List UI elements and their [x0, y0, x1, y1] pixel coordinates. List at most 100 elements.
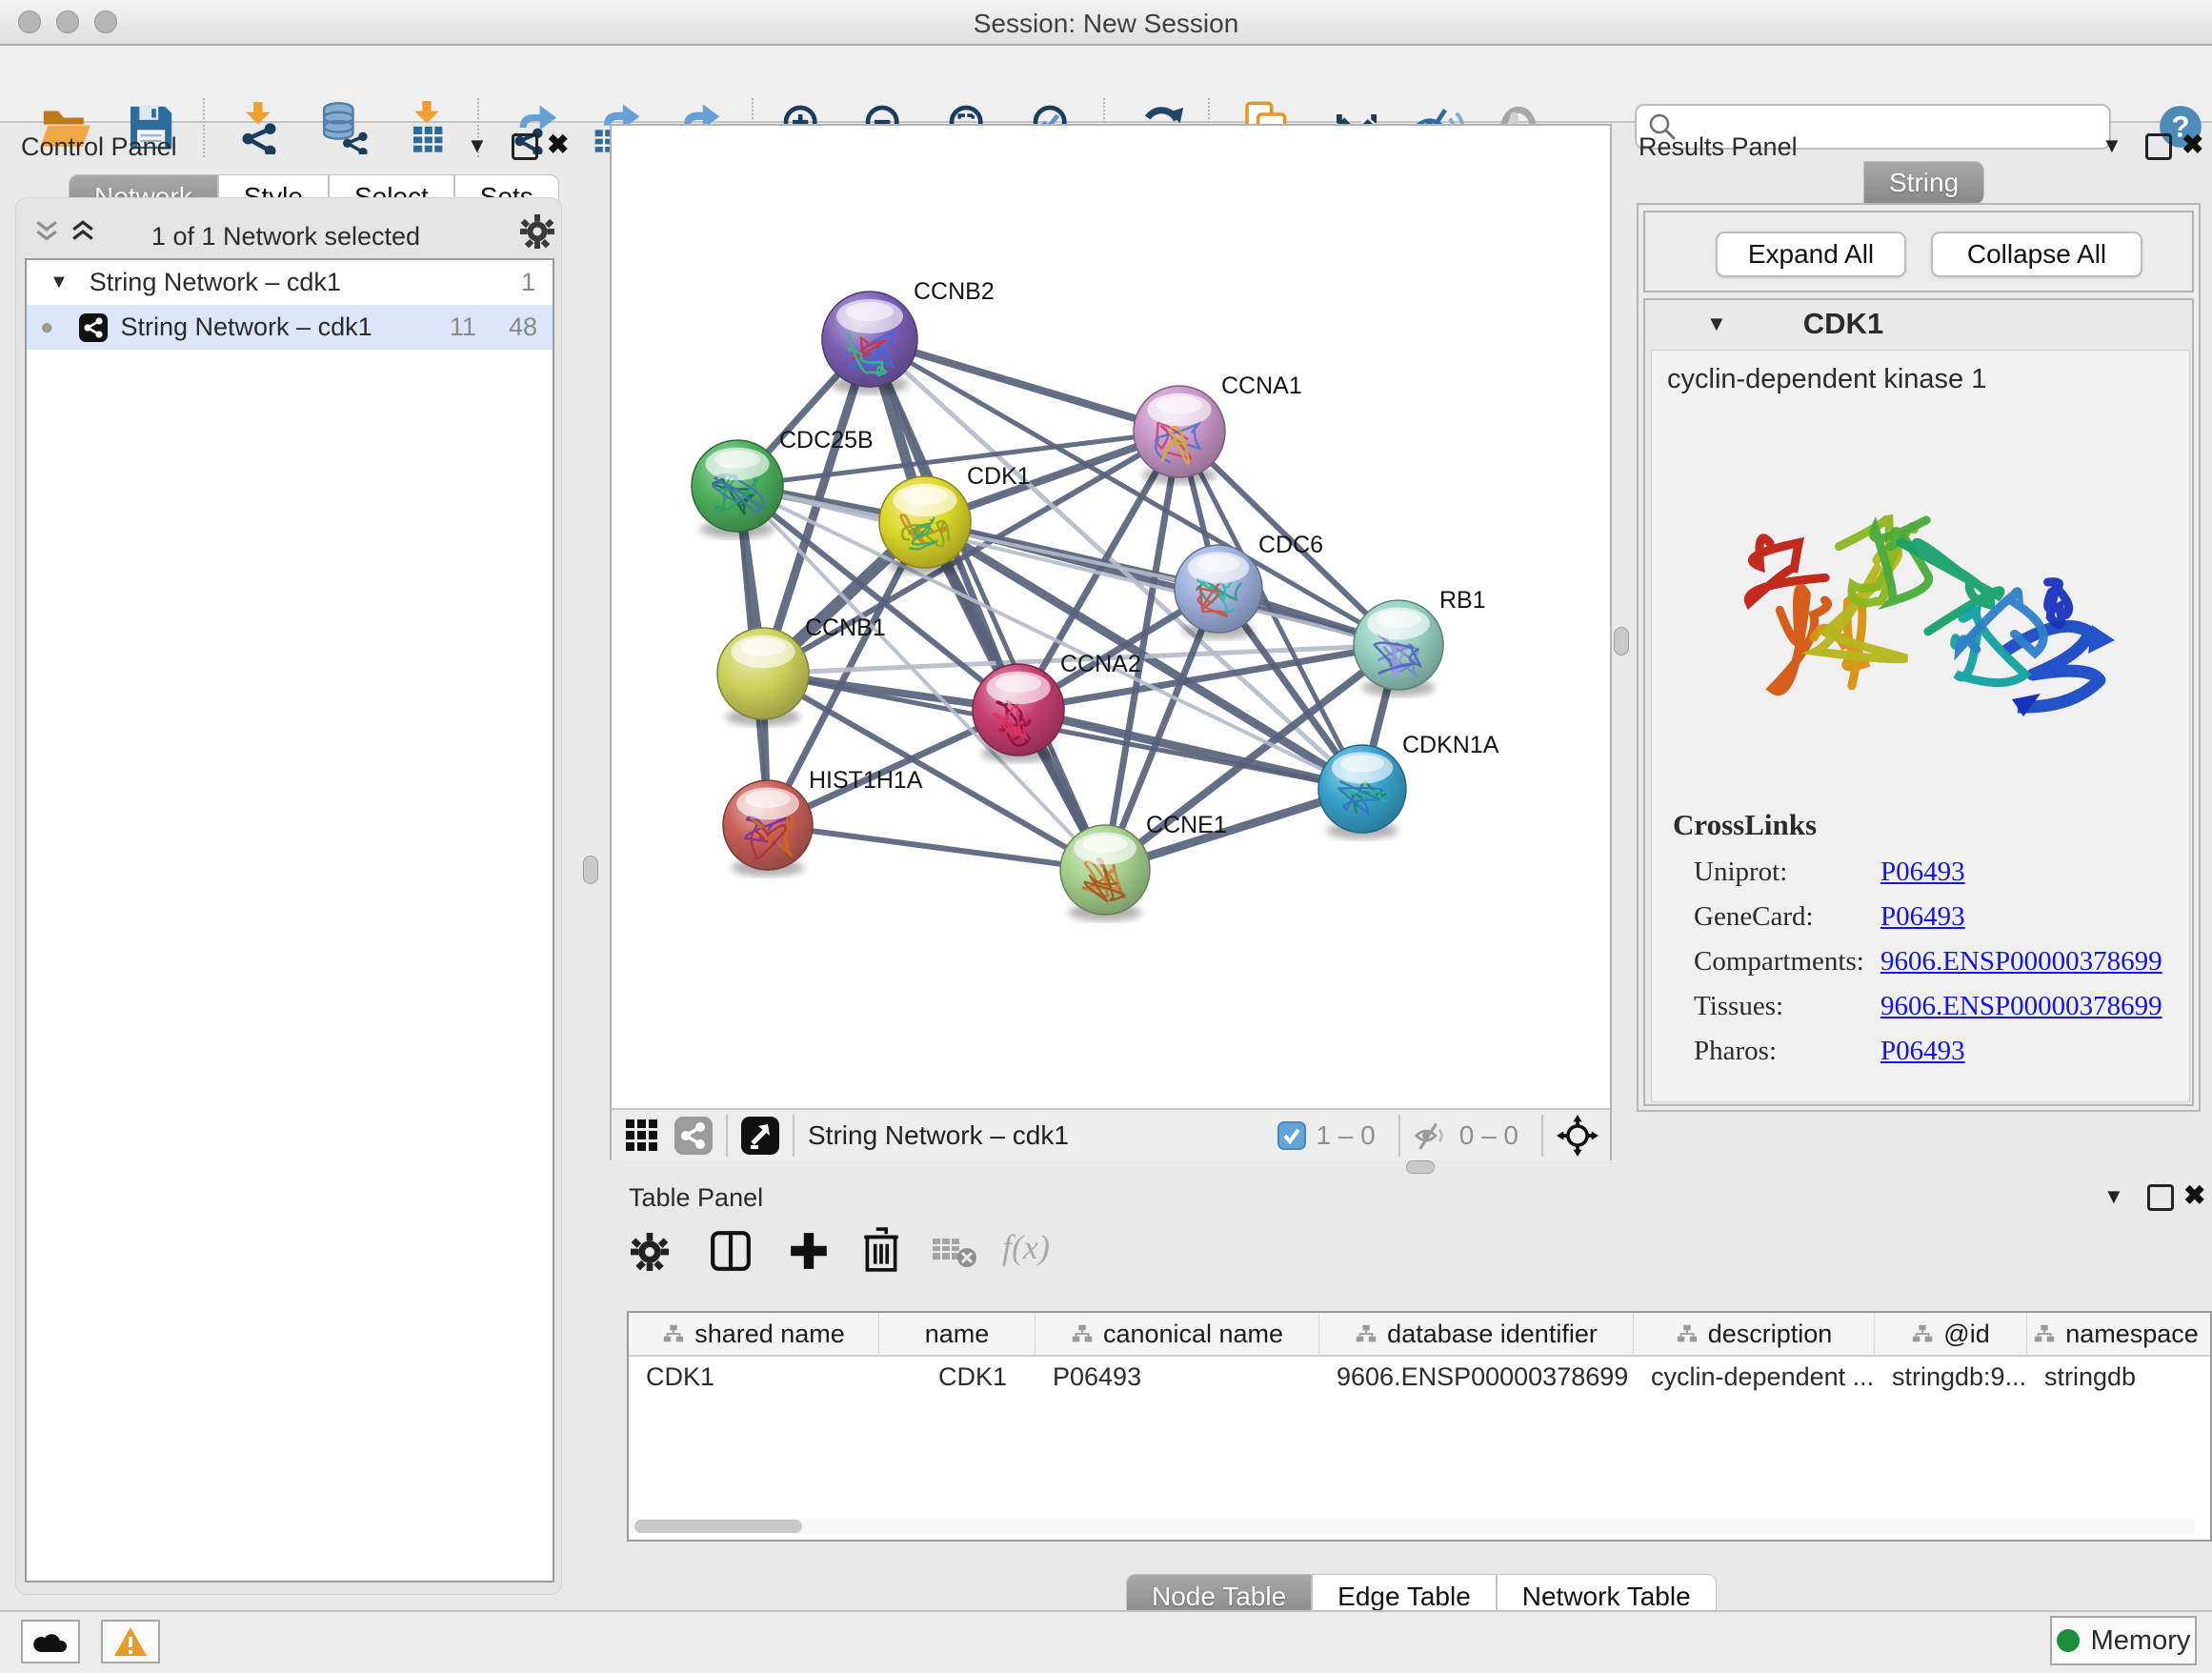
expand-all-button[interactable]: Expand All [1716, 232, 1906, 277]
collapse-all-button[interactable]: Collapse All [1931, 232, 2142, 277]
grid-view-icon[interactable] [625, 1119, 659, 1153]
column-header[interactable]: namespace [2027, 1313, 2204, 1355]
results-panel-close-icon[interactable]: ✖ [2182, 129, 2203, 160]
network-row-selected[interactable]: ● String Network – cdk1 11 48 [27, 305, 553, 350]
crosslink-label: Pharos: [1694, 1029, 1880, 1074]
node-label: CDC6 [1258, 532, 1323, 558]
table-panel-close-icon[interactable]: ✖ [2183, 1179, 2205, 1211]
hidden-counts: 0 – 0 [1459, 1120, 1518, 1151]
column-header[interactable]: description [1634, 1313, 1875, 1355]
crosslink-value[interactable]: P06493 [1880, 1029, 1965, 1074]
table-panel-menu-icon[interactable]: ▼ [2103, 1184, 2124, 1209]
column-header[interactable]: @id [1875, 1313, 2027, 1355]
crosslink-value[interactable]: P06493 [1880, 895, 1965, 939]
node-label: CCNA1 [1221, 373, 1302, 399]
gene-header-row[interactable]: ▼ CDK1 [1645, 300, 2196, 348]
crosslink-row: Tissues: 9606.ENSP00000378699 [1694, 984, 2162, 1029]
crosslink-value[interactable]: 9606.ENSP00000378699 [1880, 939, 2162, 984]
control-panel: Control Panel ▼ ✖ Network Style Select S… [0, 121, 600, 1610]
show-columns-icon[interactable] [709, 1229, 753, 1273]
memory-status-dot [2057, 1629, 2080, 1652]
column-type-icon [2033, 1323, 2056, 1344]
node-label: CDK1 [967, 463, 1031, 490]
crosslinks-list: Uniprot: P06493 GeneCard: P06493 Compart… [1694, 850, 2162, 1074]
results-panel-menu-icon[interactable]: ▼ [2101, 133, 2122, 158]
birdseye-view-icon[interactable] [741, 1117, 779, 1155]
cell-id: stringdb:9... [1875, 1362, 2027, 1392]
cloud-button[interactable] [21, 1620, 80, 1663]
crosslinks-title: CrossLinks [1673, 808, 1817, 842]
network-canvas[interactable]: CCNB2CCNA1CDC25BCDK1CDC6RB1CCNB1CCNA2CDK… [612, 126, 1610, 1107]
table-header-row: shared name name canonical name database… [629, 1313, 2210, 1357]
table-panel-title: Table Panel [629, 1183, 763, 1213]
table-panel-float-icon[interactable] [2147, 1184, 2174, 1211]
splitter-handle[interactable] [583, 856, 598, 884]
table-settings-gear-icon[interactable] [631, 1233, 669, 1271]
column-type-icon [1071, 1323, 1094, 1344]
share-view-icon[interactable] [674, 1117, 713, 1155]
app-status-bar: Memory [0, 1610, 2212, 1673]
gene-expander-icon[interactable]: ▼ [1706, 312, 1727, 336]
cell-shared-name: CDK1 [629, 1362, 879, 1392]
statusbar-separator [1541, 1115, 1543, 1157]
crosslink-value[interactable]: 9606.ENSP00000378699 [1880, 984, 2162, 1029]
string-network-icon [79, 313, 108, 342]
network-collection-row[interactable]: ▼ String Network – cdk1 1 [27, 260, 553, 305]
column-header[interactable]: canonical name [1036, 1313, 1319, 1355]
column-type-icon [662, 1323, 685, 1344]
function-builder-icon: f(x) [1002, 1227, 1050, 1267]
column-header[interactable]: name [879, 1313, 1036, 1355]
collection-label: String Network – cdk1 [90, 268, 341, 297]
control-panel-title: Control Panel [21, 132, 177, 162]
tab-string[interactable]: String [1863, 161, 1984, 205]
column-header[interactable]: database identifier [1319, 1313, 1634, 1355]
window-title: Session: New Session [0, 9, 2212, 39]
cell-name: CDK1 [879, 1362, 1036, 1392]
horizontal-scrollbar[interactable] [631, 1519, 2195, 1534]
cloud-icon [32, 1629, 69, 1654]
results-panel: Results Panel ▼ ✖ String Expand All Coll… [1625, 121, 2212, 1170]
gear-icon[interactable] [520, 214, 554, 249]
warning-icon [113, 1626, 148, 1657]
current-network-name: String Network – cdk1 [808, 1120, 1069, 1151]
column-header[interactable]: shared name [629, 1313, 879, 1355]
center-view-icon[interactable] [1557, 1115, 1599, 1157]
gene-name: CDK1 [1803, 307, 1883, 341]
gene-description: cyclin-dependent kinase 1 [1667, 364, 1986, 395]
crosslink-label: Tissues: [1694, 984, 1880, 1029]
node-label: CCNE1 [1146, 812, 1227, 838]
collection-count: 1 [521, 268, 535, 297]
crosslink-value[interactable]: P06493 [1880, 850, 1965, 895]
create-column-icon[interactable] [787, 1229, 831, 1273]
node-label: CCNB2 [914, 278, 995, 305]
control-panel-close-icon[interactable]: ✖ [547, 129, 569, 160]
gene-detail-box: cyclin-dependent kinase 1 CrossLinks Uni… [1651, 350, 2190, 1102]
cell-description: cyclin-dependent ... [1634, 1362, 1875, 1392]
cell-canonical-name: P06493 [1036, 1362, 1319, 1392]
results-panel-float-icon[interactable] [2145, 133, 2172, 160]
crosslink-label: Uniprot: [1694, 850, 1880, 895]
crosslink-label: GeneCard: [1694, 895, 1880, 939]
scrollbar-thumb[interactable] [634, 1520, 802, 1533]
table-row[interactable]: CDK1 CDK1 P06493 9606.ENSP00000378699 cy… [629, 1357, 2210, 1397]
table-panel: Table Panel ▼ ✖ f(x) shared name name ca… [610, 1170, 2212, 1610]
memory-button[interactable]: Memory [2050, 1616, 2197, 1665]
control-panel-menu-icon[interactable]: ▼ [467, 133, 488, 158]
tree-expander-icon[interactable]: ▼ [50, 272, 69, 293]
control-panel-float-icon[interactable] [512, 133, 538, 160]
column-type-icon [1355, 1323, 1377, 1344]
crosslink-row: GeneCard: P06493 [1694, 895, 2162, 939]
statusbar-separator [1398, 1115, 1400, 1157]
protein-structure-image [1719, 413, 2119, 785]
network-label: String Network – cdk1 [121, 312, 372, 342]
statusbar-separator [793, 1115, 794, 1157]
network-selection-status: 1 of 1 Network selected [0, 222, 572, 252]
selected-counts: 1 – 0 [1316, 1120, 1375, 1151]
delete-column-icon[interactable] [859, 1227, 903, 1273]
crosslink-row: Pharos: P06493 [1694, 1029, 2162, 1074]
warnings-button[interactable] [101, 1620, 160, 1663]
network-view-panel: CCNB2CCNA1CDC25BCDK1CDC6RB1CCNB1CCNA2CDK… [610, 124, 1612, 1160]
network-status-bar: String Network – cdk1 1 – 0 0 – 0 [612, 1108, 1610, 1160]
node-label: CDC25B [779, 427, 874, 454]
selected-checkbox-icon[interactable] [1277, 1121, 1306, 1150]
